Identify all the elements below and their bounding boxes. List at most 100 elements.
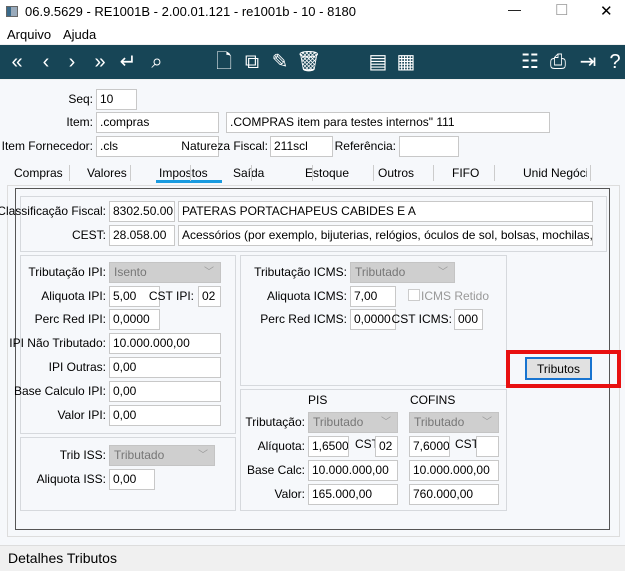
tributacao-label: Tributação:: [245, 415, 305, 429]
copy-icon[interactable]: ⧉: [240, 49, 264, 75]
natureza-fiscal-label: Natureza Fiscal:: [181, 139, 268, 153]
chevron-down-icon: ﹀: [204, 267, 214, 278]
natureza-fiscal-field[interactable]: 211scl: [270, 136, 333, 157]
delete-icon[interactable]: 🗑: [296, 49, 321, 75]
pis-valor-field[interactable]: 165.000,00: [308, 484, 398, 505]
tab-divider: [494, 165, 495, 181]
pis-header: PIS: [308, 393, 328, 407]
valor-ipi-field[interactable]: 0,00: [109, 405, 221, 426]
valor-label: Valor:: [274, 487, 305, 501]
cest-desc-field[interactable]: Acessórios (por exemplo, bijuterias, rel…: [178, 225, 593, 246]
ipi-nao-tributado-field[interactable]: 10.000.000,00: [109, 333, 221, 354]
valor-ipi-label: Valor IPI:: [57, 408, 106, 422]
trib-icms-select[interactable]: Tributado ﹀: [350, 262, 455, 283]
print-icon[interactable]: ⎙: [546, 49, 570, 75]
tab-divider: [190, 165, 191, 181]
ipi-outras-label: IPI Outras:: [48, 360, 106, 374]
trib-icms-label: Tributação ICMS:: [254, 265, 347, 279]
tab-sa-da[interactable]: Saída: [233, 163, 264, 183]
base-calculo-ipi-field[interactable]: 0,00: [109, 381, 221, 402]
cofins-cst-field[interactable]: [476, 436, 499, 457]
seq-field[interactable]: 10: [96, 89, 137, 110]
cofins-trib-select[interactable]: Tributado ﹀: [409, 412, 499, 433]
cofins-aliquota-field[interactable]: 7,6000: [409, 436, 450, 457]
aliquota-label: Alíquota:: [257, 439, 305, 453]
cst-icms-field[interactable]: 000: [454, 309, 483, 330]
menu-arquivo[interactable]: Arquivo: [7, 27, 51, 42]
referencia-field[interactable]: [399, 136, 459, 157]
cest-field[interactable]: 28.058.00: [109, 225, 175, 246]
tab-valores[interactable]: Valores: [87, 163, 127, 183]
trib-ipi-label: Tributação IPI:: [28, 265, 106, 279]
search-icon[interactable]: ⌕: [145, 49, 169, 75]
prev-icon[interactable]: ‹: [34, 49, 58, 75]
cofins-valor-field[interactable]: 760.000,00: [409, 484, 499, 505]
perc-red-icms-field[interactable]: 0,0000: [350, 309, 396, 330]
ipi-nao-tributado-label: IPI Não Tributado:: [9, 336, 106, 350]
menu-bar: Arquivo Ajuda: [0, 24, 625, 44]
tab-divider: [312, 165, 313, 181]
status-bar: Detalhes Tributos: [0, 545, 625, 571]
chevron-down-icon: ﹀: [198, 450, 208, 461]
pis-aliquota-field[interactable]: 1,6500: [308, 436, 349, 457]
pis-trib-select[interactable]: Tributado ﹀: [308, 412, 398, 433]
app-icon: [6, 6, 18, 17]
pis-cst-field[interactable]: 02: [375, 436, 398, 457]
base-calculo-ipi-label: Base Calculo IPI:: [13, 384, 106, 398]
icms-retido-label: ICMS Retido: [421, 289, 490, 303]
cest-label: CEST:: [71, 228, 106, 242]
trib-ipi-select[interactable]: Isento ﹀: [109, 262, 221, 283]
tab-impostos[interactable]: Impostos: [156, 163, 222, 183]
help-icon[interactable]: ?: [603, 49, 625, 75]
menu-ajuda[interactable]: Ajuda: [63, 27, 96, 42]
edit-icon[interactable]: ✎: [268, 49, 292, 75]
chevron-down-icon: ﹀: [438, 267, 448, 278]
ipi-outras-field[interactable]: 0,00: [109, 357, 221, 378]
perc-red-ipi-field[interactable]: 0,0000: [109, 309, 160, 330]
grid-icon[interactable]: ▦: [394, 49, 418, 75]
trib-iss-value: Tributado: [114, 448, 165, 462]
aliquota-iss-label: Aliquota ISS:: [36, 472, 106, 486]
go-to-icon[interactable]: ↵: [116, 49, 140, 75]
close-button[interactable]: ✕: [600, 2, 613, 20]
item-field[interactable]: .compras: [96, 112, 219, 133]
tree-icon[interactable]: ☷: [518, 49, 542, 75]
aliquota-iss-field[interactable]: 0,00: [109, 469, 155, 490]
tab-unid-neg-cio[interactable]: Unid Negócio: [523, 163, 587, 183]
cst-ipi-field[interactable]: 02: [198, 286, 221, 307]
referencia-label: Referência:: [334, 139, 396, 153]
first-icon[interactable]: «: [5, 49, 29, 75]
cst-ipi-label: CST IPI:: [148, 289, 194, 303]
trib-icms-value: Tributado: [355, 265, 406, 279]
cofins-base-field[interactable]: 10.000.000,00: [409, 460, 499, 481]
tab-divider: [590, 165, 591, 181]
last-icon[interactable]: »: [88, 49, 112, 75]
exit-icon[interactable]: ⇥: [576, 49, 600, 75]
chevron-down-icon: ﹀: [381, 417, 391, 428]
tab-divider: [130, 165, 131, 181]
classificacao-field[interactable]: 8302.50.00: [109, 201, 175, 222]
next-icon[interactable]: ›: [60, 49, 84, 75]
pis-base-field[interactable]: 10.000.000,00: [308, 460, 398, 481]
tab-fifo[interactable]: FIFO: [452, 163, 479, 183]
cofins-trib-value: Tributado: [414, 415, 465, 429]
base-calc-label: Base Calc:: [246, 463, 305, 477]
tab-outros[interactable]: Outros: [378, 163, 414, 183]
item-description-field[interactable]: .COMPRAS item para testes internos" 111: [226, 112, 550, 133]
icms-retido-checkbox[interactable]: [408, 289, 420, 301]
tributos-button[interactable]: Tributos: [525, 357, 592, 380]
new-icon[interactable]: 🗋: [212, 49, 236, 75]
aliquota-icms-field[interactable]: 7,00: [350, 286, 396, 307]
minimize-button[interactable]: —: [508, 2, 521, 17]
title-bar: 06.9.5629 - RE1001B - 2.00.01.121 - re10…: [0, 0, 625, 24]
trib-ipi-value: Isento: [114, 265, 147, 279]
classificacao-desc-field[interactable]: PATERAS PORTACHAPEUS CABIDES E A: [178, 201, 593, 222]
maximize-button[interactable]: ☐: [555, 1, 568, 19]
tab-divider: [373, 165, 374, 181]
classificacao-label: Classificação Fiscal:: [0, 204, 106, 218]
trib-iss-select[interactable]: Tributado ﹀: [109, 445, 215, 466]
report-icon[interactable]: ▤: [366, 49, 390, 75]
tab-compras[interactable]: Compras: [14, 163, 63, 183]
cofins-header: COFINS: [410, 393, 456, 407]
seq-label: Seq:: [68, 92, 93, 106]
